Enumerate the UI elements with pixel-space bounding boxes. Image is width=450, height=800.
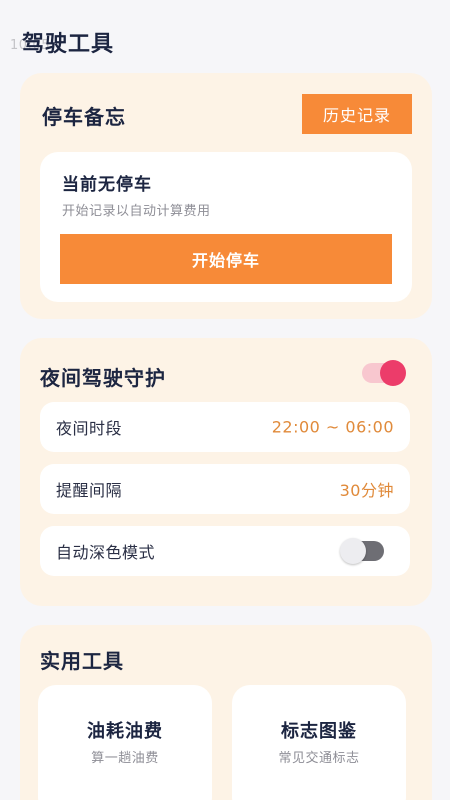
reminder-interval-value: 30分钟 [339,481,394,500]
start-parking-button[interactable]: 开始停车 [60,234,392,284]
traffic-signs-title: 标志图鉴 [281,721,357,742]
page-title: 驾驶工具 [22,32,115,57]
utility-tools-card: 实用工具 油耗油费 算一趟油费 标志图鉴 常见交通标志 [20,625,432,800]
night-period-value: 22:00 ~ 06:00 [271,417,394,437]
parking-memo-title: 停车备忘 [42,105,126,129]
no-parking-title: 当前无停车 [62,175,152,195]
night-driving-card: 夜间驾驶守护 夜间时段 22:00 ~ 06:00 提醒间隔 30分钟 自动深色… [20,338,432,606]
traffic-signs-tool[interactable]: 标志图鉴 常见交通标志 [232,685,406,800]
parking-memo-card: 停车备忘 历史记录 当前无停车 开始记录以自动计算费用 开始停车 [20,73,432,319]
night-guard-toggle[interactable] [362,360,406,386]
fuel-cost-subtitle: 算一趟油费 [91,751,159,766]
no-parking-subtitle: 开始记录以自动计算费用 [62,204,211,219]
fuel-cost-tool[interactable]: 油耗油费 算一趟油费 [38,685,212,800]
night-period-label: 夜间时段 [56,419,123,438]
auto-dark-mode-label: 自动深色模式 [56,543,156,562]
driving-tools-screen: 10:05 驾驶工具 停车备忘 历史记录 当前无停车 开始记录以自动计算费用 开… [0,0,450,800]
auto-dark-mode-toggle[interactable] [340,538,384,564]
fuel-cost-title: 油耗油费 [87,721,163,742]
night-period-row[interactable]: 夜间时段 22:00 ~ 06:00 [40,402,410,452]
traffic-signs-subtitle: 常见交通标志 [278,751,360,766]
toggle-knob [380,360,406,386]
history-button[interactable]: 历史记录 [302,94,412,134]
reminder-interval-row[interactable]: 提醒间隔 30分钟 [40,464,410,514]
reminder-interval-label: 提醒间隔 [56,481,123,500]
auto-dark-mode-row: 自动深色模式 [40,526,410,576]
utility-tools-title: 实用工具 [40,649,124,673]
night-driving-title: 夜间驾驶守护 [40,366,166,390]
toggle-knob [340,538,366,564]
parking-status-panel: 当前无停车 开始记录以自动计算费用 开始停车 [40,152,412,302]
